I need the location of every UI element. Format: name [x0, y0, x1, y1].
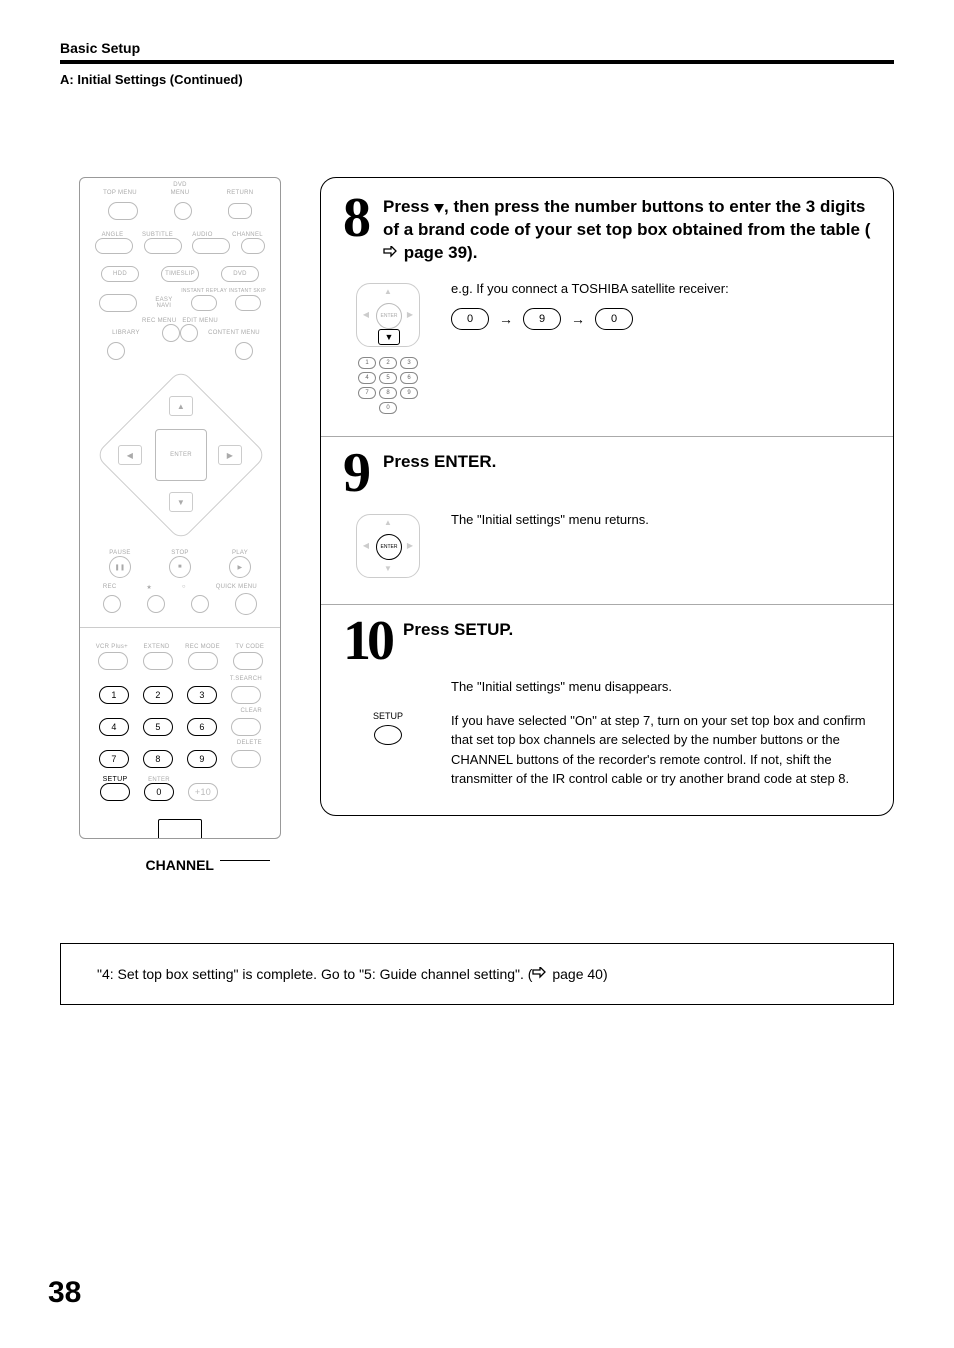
- step-9: 9 Press ENTER. ▲ ◀ ▶ ▼ ENTER: [321, 437, 893, 604]
- remote-row-library: LIBRARY CONTENT MENU: [80, 324, 280, 342]
- setup-button-label: SETUP: [343, 711, 433, 721]
- page-number: 38: [48, 1276, 81, 1310]
- step-10-illustration: SETUP: [343, 711, 433, 745]
- remote-channel-button: [158, 819, 202, 839]
- mini-numpad-icon: 1 2 3 4 5 6 7 8 9 0: [358, 357, 418, 414]
- enter-button-highlight: ENTER: [376, 534, 402, 560]
- remote-row-easynavi: EASY NAVI: [80, 294, 280, 318]
- remote-row-hdd: HDD TIMESLIP DVD: [80, 260, 280, 288]
- step-9-number: 9: [343, 451, 371, 496]
- code-digit-2: 9: [523, 308, 561, 330]
- arrow-right-icon: →: [499, 309, 513, 330]
- remote-enter-button: ENTER: [155, 429, 207, 481]
- step-8: 8 Press , then press the number buttons …: [321, 178, 893, 436]
- step-10-number: 10: [343, 619, 391, 664]
- steps-column: 8 Press , then press the number buttons …: [320, 177, 894, 873]
- remote-column: DVD TOP MENU MENU RETURN ANGLE SUBTITLE …: [60, 177, 300, 873]
- channel-callout: CHANNEL: [60, 847, 300, 873]
- step-10-title: Press SETUP.: [403, 619, 513, 642]
- remote-numpad-row3: 7 8 9: [80, 746, 280, 772]
- page-ref-arrow-icon: [532, 967, 546, 981]
- step-10: 10 Press SETUP. The "Initial settings" m…: [321, 605, 893, 815]
- completion-note-box: "4: Set top box setting" is complete. Go…: [60, 943, 894, 1005]
- step-9-illustration: ▲ ◀ ▶ ▼ ENTER: [343, 510, 433, 582]
- step-8-illustration: ▲ ◀ ▶ ENTER ▼ 1 2 3 4 5: [343, 279, 433, 414]
- step-9-body: The "Initial settings" menu returns.: [451, 510, 871, 530]
- sub-title: A: Initial Settings (Continued): [60, 72, 894, 87]
- step-10-body1: The "Initial settings" menu disappears.: [451, 677, 871, 697]
- code-digit-1: 0: [451, 308, 489, 330]
- code-digit-3: 0: [595, 308, 633, 330]
- remote-row-angle-btns: [80, 238, 280, 260]
- step-9-title: Press ENTER.: [383, 451, 496, 474]
- header-rule: [60, 60, 894, 64]
- remote-setup-button: SETUP: [100, 776, 130, 801]
- remote-dpad: ▲ ▼ ◀ ▶ ENTER: [100, 374, 260, 534]
- remote-row-topmenu-btns: [80, 202, 280, 226]
- remote-control-diagram: DVD TOP MENU MENU RETURN ANGLE SUBTITLE …: [79, 177, 281, 839]
- step-8-number: 8: [343, 196, 371, 241]
- down-arrow-icon: [434, 204, 444, 213]
- page-header: Basic Setup A: Initial Settings (Continu…: [60, 40, 894, 87]
- remote-setup-row: SETUP ENTER 0 x +10: [80, 772, 280, 805]
- callout-line: [220, 860, 270, 861]
- down-arrow-highlight: ▼: [378, 329, 400, 345]
- remote-numpad-row2: 4 5 6: [80, 714, 280, 740]
- completion-text-pre: "4: Set top box setting" is complete. Go…: [97, 966, 532, 982]
- step-8-example-text: e.g. If you connect a TOSHIBA satellite …: [451, 279, 871, 299]
- steps-container: 8 Press , then press the number buttons …: [320, 177, 894, 816]
- remote-inner-panel: VCR Plus+ EXTEND REC MODE TV CODE T.SEAR…: [80, 627, 280, 839]
- remote-row-topmenu: TOP MENU MENU RETURN: [80, 188, 280, 202]
- page-ref-arrow-icon: [383, 246, 397, 260]
- mini-dpad-enter-icon: ▲ ◀ ▶ ▼ ENTER: [352, 510, 424, 582]
- remote-numpad-row1: 1 2 3: [80, 682, 280, 708]
- chapter-title: Basic Setup: [60, 40, 894, 56]
- mini-dpad-icon: ▲ ◀ ▶ ENTER ▼: [352, 279, 424, 351]
- setup-button-icon: [374, 725, 402, 745]
- completion-text-post: page 40): [548, 966, 607, 982]
- remote-playback-labels: PAUSE STOP PLAY: [80, 542, 280, 556]
- arrow-right-icon: →: [571, 309, 585, 330]
- main-content: DVD TOP MENU MENU RETURN ANGLE SUBTITLE …: [60, 177, 894, 873]
- channel-callout-label: CHANNEL: [146, 857, 214, 873]
- step-10-body2: If you have selected "On" at step 7, tur…: [451, 711, 871, 789]
- brand-code-sequence: 0 → 9 → 0: [451, 308, 871, 330]
- step-8-title: Press , then press the number buttons to…: [383, 196, 871, 265]
- remote-row-angle-labels: ANGLE SUBTITLE AUDIO CHANNEL: [80, 226, 280, 238]
